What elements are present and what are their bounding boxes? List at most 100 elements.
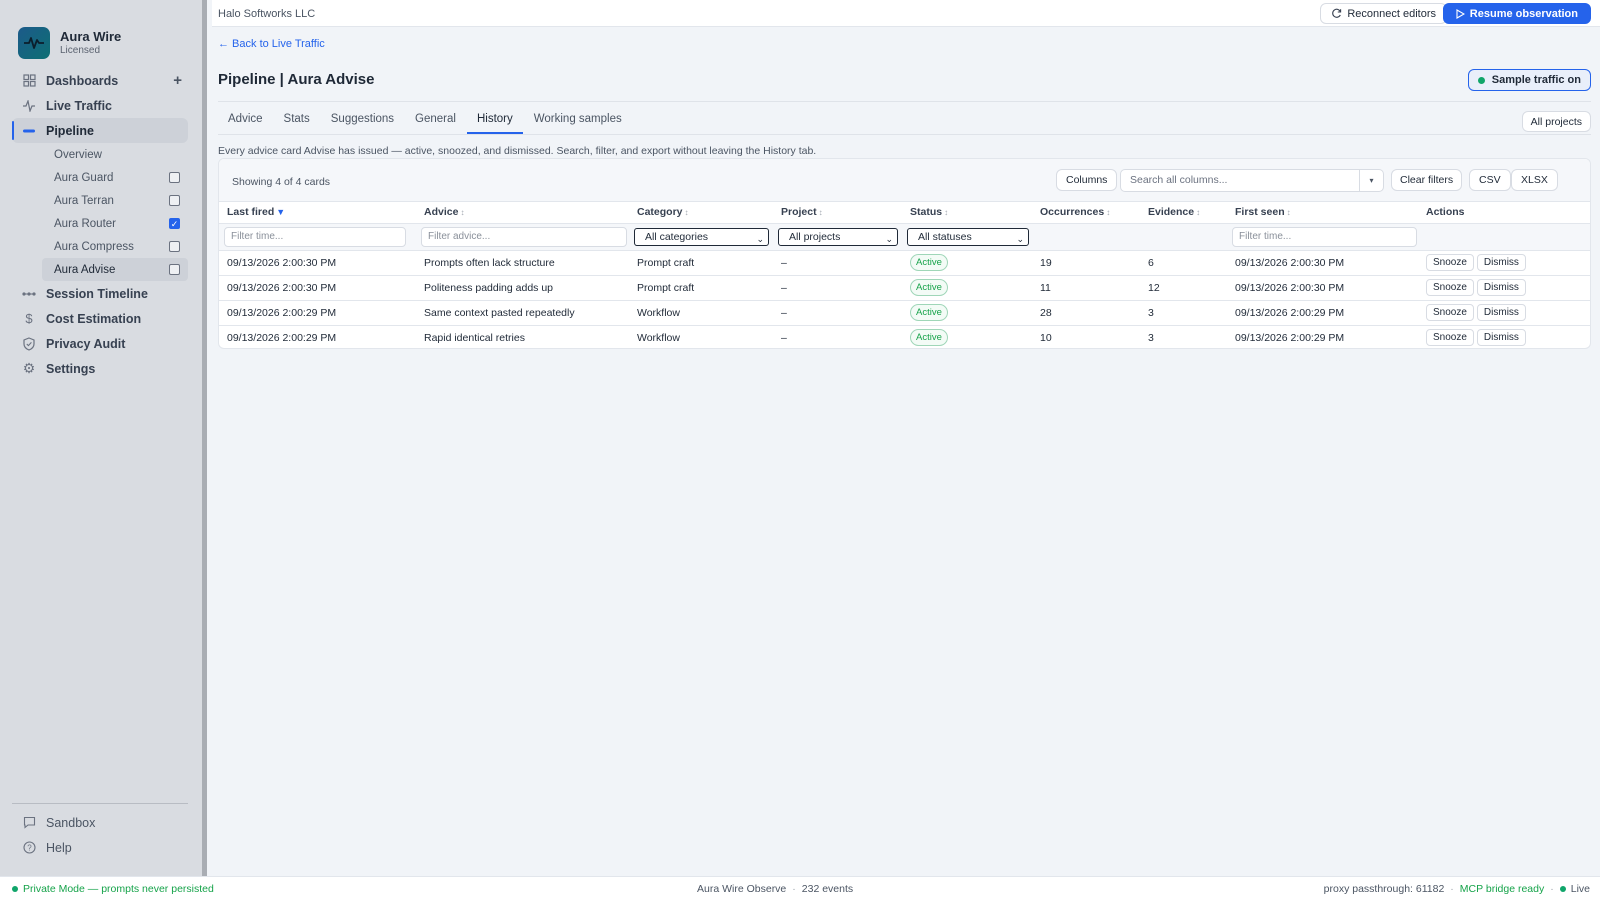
tab-suggestions[interactable]: Suggestions [321,108,404,134]
nav-sandbox[interactable]: Sandbox [12,810,188,835]
table-row[interactable]: 09/13/2026 2:00:29 PM Same context paste… [219,300,1590,326]
col-status[interactable]: Status ↕ [902,202,1032,224]
dismiss-button[interactable]: Dismiss [1476,254,1526,271]
tab-working-samples[interactable]: Working samples [524,108,632,134]
tab-advice[interactable]: Advice [218,108,273,134]
timeline-icon [22,287,36,301]
header-label: Evidence [1148,206,1195,219]
sample-traffic-toggle[interactable]: Sample traffic on [1467,69,1591,91]
all-projects-button[interactable]: All projects [1521,111,1591,132]
cell-actions: Snooze Dismiss [1418,250,1590,276]
snooze-button[interactable]: Snooze [1426,279,1474,296]
status-badge: Active [910,254,948,271]
snooze-button[interactable]: Snooze [1426,304,1474,321]
tab-general[interactable]: General [405,108,466,134]
table-row[interactable]: 09/13/2026 2:00:29 PM Rapid identical re… [219,325,1590,348]
last-fired-filter-input[interactable]: Filter time... [224,226,406,247]
aura-advise-checkbox[interactable] [169,264,180,275]
cell-last-fired: 09/13/2026 2:00:29 PM [219,325,416,348]
private-mode-status: Private Mode — prompts never persisted [12,883,214,895]
snooze-button[interactable]: Snooze [1426,329,1474,346]
tab-stats[interactable]: Stats [274,108,320,134]
snooze-button[interactable]: Snooze [1426,254,1474,271]
col-category[interactable]: Category ↕ [629,202,773,224]
sub-item-label: Aura Terran [54,194,114,207]
cell-occurrences: 28 [1032,300,1140,326]
status-filter-value: All statuses [918,230,972,243]
search-input[interactable]: Search all columns... ▾ [1120,169,1384,192]
col-last-fired[interactable]: Last fired ▼ [219,202,416,224]
aura-guard-checkbox[interactable] [169,172,180,183]
add-dashboard-icon[interactable]: + [173,72,182,89]
project-filter-select[interactable]: All projects ⌄ [778,227,898,246]
cell-project: – [773,275,902,301]
table-row[interactable]: 09/13/2026 2:00:30 PM Prompts often lack… [219,250,1590,276]
header-label: Occurrences [1040,206,1105,219]
columns-button[interactable]: Columns [1056,169,1118,191]
cell-status: Active [902,325,1032,348]
pipeline-icon [22,124,36,138]
sub-item-aura-advise[interactable]: Aura Advise [42,258,188,281]
nav-label: Settings [46,361,96,376]
nav-pipeline[interactable]: Pipeline [12,118,188,143]
sub-item-overview[interactable]: Overview [42,143,188,166]
sub-item-aura-terran[interactable]: Aura Terran [42,189,188,212]
first-seen-filter-input[interactable]: Filter time... [1232,226,1417,247]
history-table: Last fired ▼ Advice ↕ Category ↕ Project ↕ S… [219,202,1590,348]
header-label: First seen [1235,206,1285,219]
table-row[interactable]: 09/13/2026 2:00:30 PM Politeness padding… [219,275,1590,301]
aura-terran-checkbox[interactable] [169,195,180,206]
shield-icon [22,336,36,351]
resume-observation-button[interactable]: Resume observation [1442,3,1591,24]
cell-evidence: 6 [1140,250,1227,276]
sub-item-aura-compress[interactable]: Aura Compress [42,235,188,258]
back-link[interactable]: ← Back to Live Traffic [218,38,325,50]
status-badge: Active [910,329,948,346]
aura-compress-checkbox[interactable] [169,241,180,252]
nav-dashboards[interactable]: Dashboards + [12,68,188,93]
gear-icon: ⚙ [22,360,36,376]
status-dot-icon [12,886,18,892]
product-name: Aura Wire Observe [697,883,787,895]
refresh-icon [1332,8,1342,18]
main-nav: Dashboards + Live Traffic Pipeline Overv… [0,68,202,381]
col-first-seen[interactable]: First seen ↕ [1227,202,1418,224]
sub-item-label: Aura Router [54,217,117,230]
proxy-status: proxy passthrough: 61182 [1323,883,1445,895]
tab-bar: Advice Stats Suggestions General History… [218,108,633,134]
cell-advice: Same context pasted repeatedly [416,300,629,326]
cell-project: – [773,300,902,326]
dismiss-button[interactable]: Dismiss [1476,304,1526,321]
search-dropdown-icon[interactable]: ▾ [1359,170,1383,191]
nav-help[interactable]: ? Help [12,835,188,860]
clear-filters-button[interactable]: Clear filters [1391,169,1463,191]
export-csv-button[interactable]: CSV [1469,169,1511,191]
brand[interactable]: Aura Wire Licensed [0,0,202,66]
header-label: Actions [1426,206,1465,219]
nav-privacy-audit[interactable]: Privacy Audit [12,331,188,356]
tab-history[interactable]: History [466,108,523,134]
organization-name: Halo Softworks LLC [218,8,316,20]
nav-cost-estimation[interactable]: $ Cost Estimation [12,306,188,331]
reconnect-editors-button[interactable]: Reconnect editors [1320,3,1447,24]
dismiss-button[interactable]: Dismiss [1476,329,1526,346]
cell-last-fired: 09/13/2026 2:00:30 PM [219,275,416,301]
col-occurrences[interactable]: Occurrences ↕ [1032,202,1140,224]
col-advice[interactable]: Advice ↕ [416,202,629,224]
aura-router-checkbox[interactable]: ✓ [169,218,180,229]
sub-item-aura-router[interactable]: Aura Router ✓ [42,212,188,235]
advice-filter-input[interactable]: Filter advice... [421,226,627,247]
nav-live-traffic[interactable]: Live Traffic [12,93,188,118]
col-evidence[interactable]: Evidence ↕ [1140,202,1227,224]
dismiss-button[interactable]: Dismiss [1476,279,1526,296]
nav-session-timeline[interactable]: Session Timeline [12,281,188,306]
status-filter-select[interactable]: All statuses ⌄ [907,227,1029,246]
table-toolbar: Showing 4 of 4 cards Columns Search all … [219,159,1590,202]
category-filter-select[interactable]: All categories ⌄ [634,227,769,246]
nav-settings[interactable]: ⚙ Settings [12,356,188,381]
sidebar: Aura Wire Licensed Dashboards + Live Tra… [0,0,207,876]
export-xlsx-button[interactable]: XLSX [1511,169,1558,191]
sort-icon: ↕ [818,208,823,218]
col-project[interactable]: Project ↕ [773,202,902,224]
sub-item-aura-guard[interactable]: Aura Guard [42,166,188,189]
